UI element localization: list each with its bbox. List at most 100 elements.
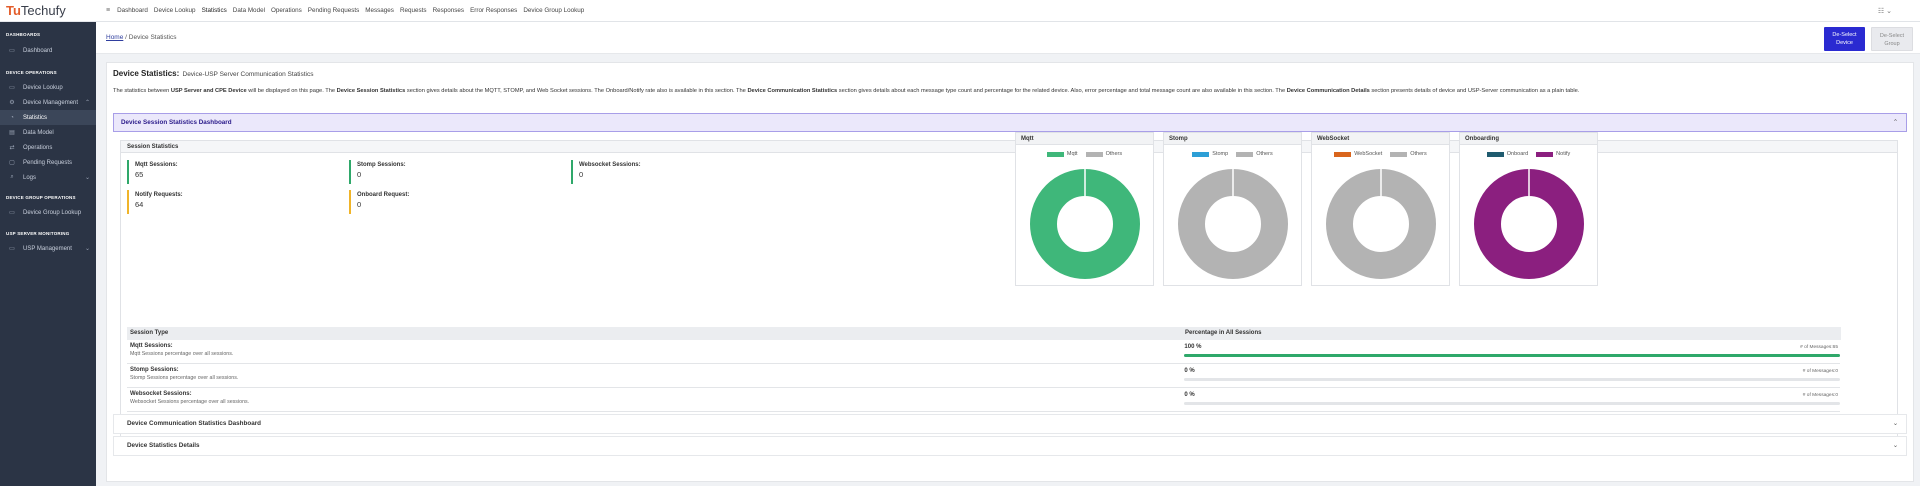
user-menu-icon[interactable]: ☷ ⌄: [1878, 7, 1892, 15]
message-count: # of Messages:65: [1800, 345, 1838, 350]
sidebar-section-device-operations: DEVICE OPERATIONS: [6, 70, 57, 75]
topnav-data-model[interactable]: Data Model: [233, 7, 265, 14]
topnav-device-lookup[interactable]: Device Lookup: [154, 7, 196, 14]
stat-notify-requests: Notify Requests: 64: [127, 190, 287, 214]
session-type-description: Websocket Sessions percentage over all s…: [130, 399, 250, 405]
session-table-header: Session Type Percentage in All Sessions: [127, 327, 1841, 340]
deselect-device-button[interactable]: De-Select Device: [1824, 27, 1865, 51]
deselect-group-button[interactable]: De-Select Group: [1871, 27, 1913, 51]
sidebar-section-device-group-operations: DEVICE GROUP OPERATIONS: [6, 195, 76, 200]
logs-icon: ⌕: [10, 174, 14, 180]
donut-chart: [1326, 169, 1436, 279]
sidebar-item-dashboard[interactable]: ▭ Dashboard: [0, 43, 96, 58]
statistics-details-accordion-header[interactable]: Device Statistics Details ⌄: [113, 436, 1907, 456]
topnav-dashboard[interactable]: Dashboard: [117, 7, 148, 14]
sidebar-item-operations[interactable]: ⇄ Operations: [0, 140, 96, 155]
legend-item[interactable]: Others: [1236, 151, 1273, 157]
sidebar-item-device-lookup[interactable]: ▭ Device Lookup: [0, 80, 96, 95]
legend-swatch: [1192, 151, 1210, 157]
percentage-value: 100 %: [1184, 344, 1202, 350]
legend-swatch: [1085, 151, 1103, 157]
breadcrumb-home-link[interactable]: Home: [106, 34, 123, 41]
sidebar-section-dashboards: DASHBOARDS: [6, 32, 41, 37]
page-subtitle: Device-USP Server Communication Statisti…: [182, 71, 314, 78]
page-description: The statistics between USP Server and CP…: [113, 88, 1580, 94]
communication-dashboard-accordion-header[interactable]: Device Communication Statistics Dashboar…: [113, 414, 1907, 434]
chart-legend: WebSocket Others: [1312, 151, 1449, 157]
session-type-label: Mqtt Sessions:: [130, 343, 173, 349]
sidebar-item-pending-requests[interactable]: ▢ Pending Requests: [0, 155, 96, 170]
breadcrumb-current: Device Statistics: [128, 34, 177, 41]
donut-chart: [1030, 169, 1140, 279]
legend-label: WebSocket: [1354, 151, 1383, 157]
hamburger-menu-icon[interactable]: ≡: [106, 7, 110, 14]
sidebar-item-usp-management[interactable]: ▭ USP Management ⌄: [0, 241, 96, 256]
legend-item[interactable]: Others: [1390, 151, 1427, 157]
chart-card-mqtt: Mqtt Mqtt Others: [1015, 132, 1154, 286]
legend-item[interactable]: WebSocket: [1334, 151, 1382, 157]
statistics-icon: ◔: [10, 114, 14, 121]
sidebar-item-device-management[interactable]: ⚙ Device Management ⌃: [0, 95, 96, 110]
donut-chart: [1178, 169, 1288, 279]
chart-legend: Onboard Notify: [1460, 151, 1597, 157]
page-title: Device Statistics: Device-USP Server Com…: [113, 69, 314, 78]
topnav-pending-requests[interactable]: Pending Requests: [308, 7, 359, 14]
stat-onboard-request: Onboard Request: 0: [349, 190, 509, 214]
legend-item[interactable]: Stomp: [1192, 151, 1228, 157]
topnav-device-group-lookup[interactable]: Device Group Lookup: [523, 7, 584, 14]
group-icon: ▭: [9, 210, 15, 216]
donut-chart: [1474, 169, 1584, 279]
chevron-down-icon: ⌄: [84, 246, 90, 252]
legend-item[interactable]: Notify: [1536, 151, 1570, 157]
session-type-cell: Websocket Sessions: Websocket Sessions p…: [127, 388, 1180, 411]
table-row: Stomp Sessions: Stomp Sessions percentag…: [127, 364, 1841, 388]
session-dashboard-accordion-header[interactable]: Device Session Statistics Dashboard ⌃: [113, 113, 1907, 132]
legend-item[interactable]: Others: [1085, 151, 1123, 157]
dashboard-icon: ▭: [9, 48, 15, 54]
legend-item[interactable]: Mqtt: [1046, 151, 1078, 157]
sidebar-item-logs[interactable]: ⌕ Logs ⌄: [0, 170, 96, 185]
chevron-down-icon: ⌄: [84, 175, 90, 181]
column-header-session-type: Session Type: [130, 330, 169, 336]
percentage-cell: 100 % # of Messages:65: [1180, 340, 1841, 363]
legend-swatch: [1046, 151, 1064, 157]
management-icon: ⚙: [9, 100, 15, 106]
chart-card-stomp: Stomp Stomp Others: [1163, 132, 1302, 286]
session-type-label: Stomp Sessions:: [130, 367, 179, 373]
column-header-percentage: Percentage in All Sessions: [1185, 330, 1262, 336]
legend-swatch: [1486, 151, 1504, 157]
chevron-up-icon: ⌃: [1892, 119, 1898, 126]
topnav-error-responses[interactable]: Error Responses: [470, 7, 517, 14]
chart-title: WebSocket: [1312, 133, 1449, 145]
brand-logo[interactable]: Tu Techufy: [0, 0, 96, 22]
chevron-down-icon: ⌄: [1892, 442, 1898, 449]
sidebar-section-usp-server-monitoring: USP SERVER MONITORING: [6, 231, 70, 236]
percentage-value: 0 %: [1184, 368, 1195, 374]
sidebar-item-statistics[interactable]: ◔ Statistics: [0, 110, 96, 125]
stat-websocket-sessions: Websocket Sessions: 0: [571, 160, 731, 184]
topnav-responses[interactable]: Responses: [433, 7, 465, 14]
legend-label: Onboard: [1506, 151, 1529, 157]
legend-swatch: [1390, 151, 1408, 157]
breadcrumb: Home / Device Statistics: [106, 34, 177, 41]
progress-bar: [1184, 402, 1841, 405]
chart-card-websocket: WebSocket WebSocket Others: [1311, 132, 1450, 286]
progress-bar: [1184, 378, 1841, 381]
legend-swatch: [1334, 151, 1352, 157]
chevron-down-icon: ⌄: [1892, 420, 1898, 427]
top-navbar: ≡ Dashboard Device Lookup Statistics Dat…: [96, 0, 1920, 22]
session-type-label: Websocket Sessions:: [130, 391, 192, 397]
sidebar-item-device-group-lookup[interactable]: ▭ Device Group Lookup: [0, 205, 96, 220]
topnav-statistics[interactable]: Statistics: [202, 7, 227, 14]
legend-label: Others: [1410, 151, 1427, 157]
legend-label: Others: [1105, 151, 1123, 157]
stat-stomp-sessions: Stomp Sessions: 0: [349, 160, 509, 184]
main-card: Device Statistics: Device-USP Server Com…: [106, 62, 1914, 482]
lookup-icon: ▭: [9, 85, 15, 91]
topnav-operations[interactable]: Operations: [271, 7, 302, 14]
topnav-messages[interactable]: Messages: [365, 7, 394, 14]
topnav-requests[interactable]: Requests: [400, 7, 427, 14]
legend-item[interactable]: Onboard: [1486, 151, 1529, 157]
sidebar-item-data-model[interactable]: ▤ Data Model: [0, 125, 96, 140]
legend-swatch: [1236, 151, 1254, 157]
